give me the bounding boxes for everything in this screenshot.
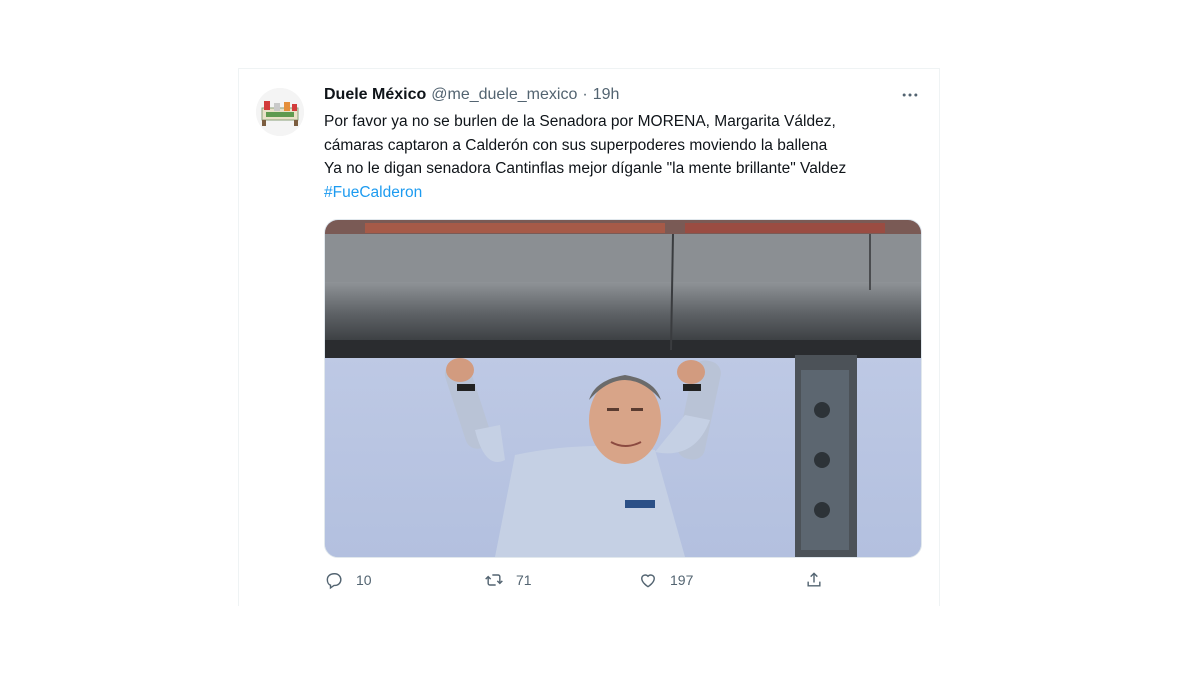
tweet-actions: 10 71 197 [324, 568, 844, 592]
separator-dot: · [582, 86, 588, 103]
reply-count: 10 [356, 572, 372, 588]
tweet-text-line: Por favor ya no se burlen de la Senadora… [324, 113, 836, 130]
retweet-button[interactable]: 71 [484, 568, 532, 592]
tweet-media-image[interactable] [324, 219, 922, 558]
retweet-icon [485, 574, 503, 586]
tweet-text-line: cámaras captaron a Calderón con sus supe… [324, 136, 828, 154]
tweet-header: Duele México @me_duele_mexico · 19h [324, 84, 619, 106]
share-button[interactable] [804, 568, 824, 592]
tweet-text-line: Ya no le digan senadora Cantinflas mejor… [324, 160, 847, 177]
author-name[interactable]: Duele México [324, 86, 426, 104]
tweet-timestamp[interactable]: 19h [593, 86, 620, 104]
tweet-text: Por favor ya no se burlen de la Senadora… [324, 110, 924, 204]
share-icon [807, 572, 821, 587]
retweet-count: 71 [516, 572, 532, 588]
heart-icon [641, 574, 655, 588]
more-options-button[interactable] [898, 84, 922, 106]
avatar[interactable] [256, 88, 304, 136]
meme-photo [325, 220, 921, 557]
reply-button[interactable]: 10 [324, 568, 372, 592]
more-horizontal-icon [902, 93, 918, 97]
reply-icon [326, 573, 342, 590]
author-handle[interactable]: @me_duele_mexico [431, 86, 577, 104]
like-count: 197 [670, 572, 694, 588]
like-button[interactable]: 197 [638, 568, 693, 592]
hashtag-link[interactable]: #FueCalderon [324, 184, 422, 201]
avatar-logo [256, 88, 304, 136]
